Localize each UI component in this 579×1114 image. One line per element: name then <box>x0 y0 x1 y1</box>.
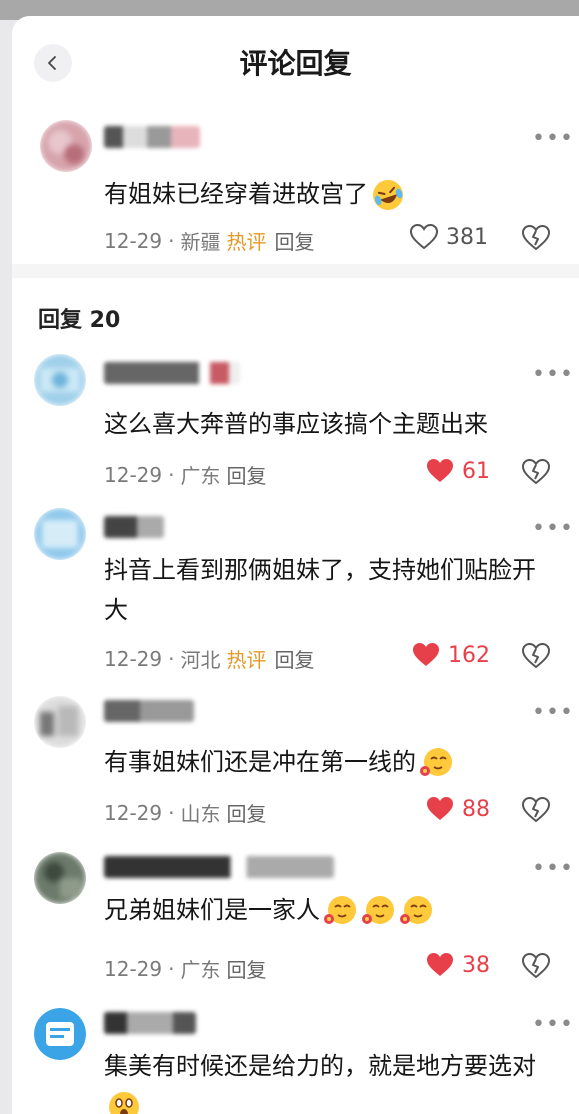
like-count: 162 <box>448 642 490 668</box>
comment-sheet: 评论回复 ••• 有姐妹已经穿着进故宫了 12-29 · 新疆 热评 回复 381… <box>12 16 579 1114</box>
more-icon[interactable]: ••• <box>532 126 574 151</box>
comment-location: 山东 <box>180 802 221 826</box>
comment-meta: 12-29 · 新疆 热评 回复 <box>104 226 314 255</box>
flower-emoji-icon <box>362 896 394 924</box>
avatar[interactable] <box>34 508 86 560</box>
comment-date: 12-29 <box>104 462 163 487</box>
avatar[interactable] <box>34 354 86 406</box>
reply-button[interactable]: 回复 <box>274 644 314 673</box>
like-button[interactable]: 162 <box>412 642 490 668</box>
comment-text: 抖音上看到那俩姐妹了，支持她们贴脸开大 <box>104 556 536 624</box>
username[interactable] <box>104 126 200 148</box>
more-icon[interactable]: ••• <box>532 362 574 387</box>
avatar[interactable] <box>34 1008 86 1060</box>
header: 评论回复 <box>12 16 579 106</box>
broken-heart-icon[interactable] <box>522 225 550 251</box>
flower-emoji-icon <box>324 896 356 924</box>
username[interactable] <box>104 516 164 538</box>
like-button[interactable]: 381 <box>410 224 488 250</box>
like-button[interactable]: 61 <box>426 458 490 484</box>
username[interactable] <box>104 362 240 384</box>
comment-meta: 12-29 · 山东 回复 <box>104 798 266 827</box>
broken-heart-icon[interactable] <box>522 953 550 979</box>
reply-button[interactable]: 回复 <box>226 954 266 983</box>
reply-count: 回复 20 <box>38 308 121 333</box>
heart-filled-icon <box>427 953 453 976</box>
comment-text: 集美有时候还是给力的，就是地方要选对 <box>104 1046 554 1114</box>
hot-badge: 热评 <box>226 230 267 254</box>
like-count: 61 <box>462 458 490 484</box>
username[interactable] <box>104 700 194 722</box>
broken-heart-icon[interactable] <box>522 643 550 669</box>
more-icon[interactable]: ••• <box>532 700 574 725</box>
broken-heart-icon[interactable] <box>522 797 550 823</box>
replies-panel: 回复 20 ••• 这么喜大奔普的事应该搞个主题出来 12-29 · 广东 回复 … <box>12 278 579 1114</box>
comment-meta: 12-29 · 广东 回复 <box>104 954 266 983</box>
avatar[interactable] <box>40 120 92 172</box>
avatar[interactable] <box>34 852 86 904</box>
reply-button[interactable]: 回复 <box>274 226 314 255</box>
username[interactable] <box>104 856 334 878</box>
comment-text: 有事姐妹们还是冲在第一线的 <box>104 742 554 782</box>
hot-badge: 热评 <box>226 648 267 672</box>
shocked-emoji-icon <box>109 1092 139 1114</box>
comment-text: 有姐妹已经穿着进故宫了 <box>104 174 554 214</box>
like-count: 381 <box>446 224 488 250</box>
comment-location: 河北 <box>180 648 221 672</box>
comment-text: 这么喜大奔普的事应该搞个主题出来 <box>104 410 488 438</box>
like-button[interactable]: 88 <box>426 796 490 822</box>
heart-filled-icon <box>413 643 439 666</box>
comment-date: 12-29 <box>104 956 163 981</box>
broken-heart-icon[interactable] <box>522 459 550 485</box>
comment-text: 兄弟姐妹们是一家人 <box>104 890 554 930</box>
like-button[interactable]: 38 <box>426 952 490 978</box>
comment-location: 广东 <box>180 958 221 982</box>
comment-date: 12-29 <box>104 800 163 825</box>
more-icon[interactable]: ••• <box>532 856 574 881</box>
comment-date: 12-29 <box>104 646 163 671</box>
like-count: 38 <box>462 952 490 978</box>
flower-emoji-icon <box>420 748 452 776</box>
username[interactable] <box>104 1012 196 1034</box>
like-count: 88 <box>462 796 490 822</box>
heart-outline-icon <box>410 224 438 250</box>
more-icon[interactable]: ••• <box>532 516 574 541</box>
more-icon[interactable]: ••• <box>532 1012 574 1037</box>
page-title: 评论回复 <box>239 47 352 80</box>
laughing-emoji-icon <box>373 180 403 210</box>
comment-location: 广东 <box>180 464 221 488</box>
avatar[interactable] <box>34 696 86 748</box>
flower-emoji-icon <box>400 896 432 924</box>
reply-button[interactable]: 回复 <box>226 798 266 827</box>
heart-filled-icon <box>427 797 453 820</box>
comment-meta: 12-29 · 广东 回复 <box>104 460 266 489</box>
comment-meta: 12-29 · 河北 热评 回复 <box>104 644 314 673</box>
heart-filled-icon <box>427 459 453 482</box>
reply-button[interactable]: 回复 <box>226 460 266 489</box>
main-comment: ••• 有姐妹已经穿着进故宫了 12-29 · 新疆 热评 回复 381 <box>12 106 579 264</box>
comment-location: 新疆 <box>180 230 221 254</box>
comment-date: 12-29 <box>104 228 163 253</box>
